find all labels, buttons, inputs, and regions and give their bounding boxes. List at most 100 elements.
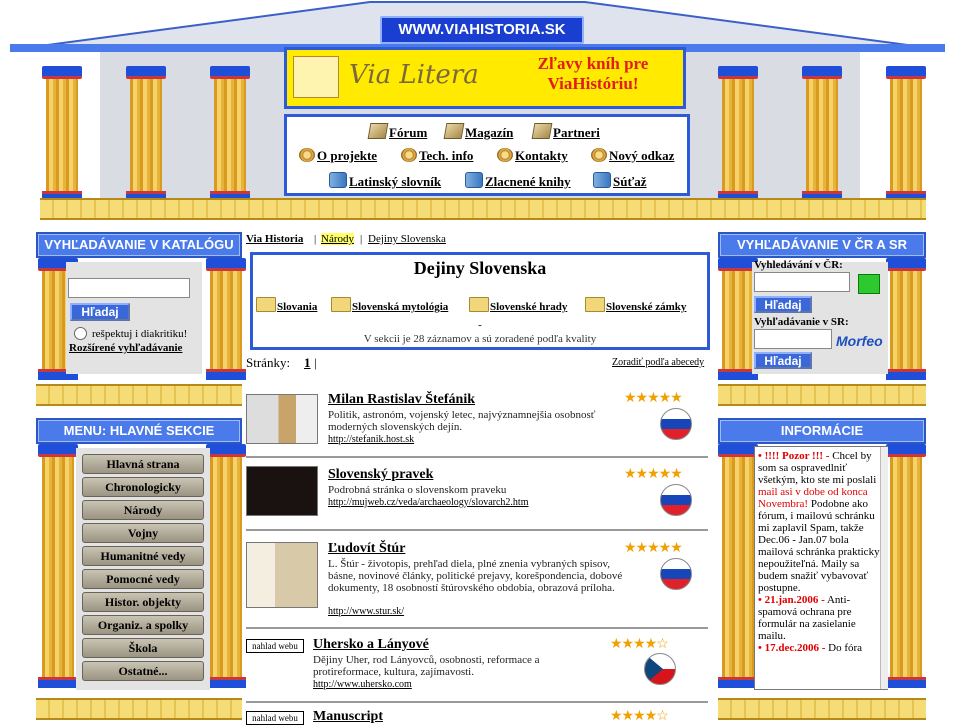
entry-title[interactable]: Uhersko a Lányové [313,637,429,653]
nav-forum[interactable]: Fórum [367,123,427,141]
info-header: INFORMÁCIE [718,418,926,444]
nav-sutaz[interactable]: Súťaž [593,172,647,190]
column [886,66,926,202]
column [38,444,78,688]
menu-chronologicky[interactable]: Chronologicky [82,477,204,497]
subfolder-zamky[interactable]: Slovenské zámky [585,297,686,313]
sk-search-button[interactable]: Hľadaj [754,352,812,369]
scroll-icon [367,123,389,139]
news-text-1b: Podobne ako fórum, i mailovú schránku mi… [758,498,880,594]
sk-search-label: Vyhľadávanie v SR: [754,316,849,328]
entry-title[interactable]: Milan Rastislav Štefánik [328,392,475,408]
cz-search-button[interactable]: Hľadaj [754,296,812,313]
web-preview-button[interactable]: nahlad webu [246,639,304,653]
catalog-search-button[interactable]: Hľadaj [70,303,130,321]
menu-ostatne[interactable]: Ostatné... [82,661,204,681]
column [206,258,246,380]
breadcrumb-via-historia[interactable]: Via Historia [246,233,303,245]
nav-partneri[interactable]: Partneri [531,123,600,141]
subfolder-slovania[interactable]: Slovania [256,297,317,313]
menu-narody[interactable]: Národy [82,500,204,520]
entry-description: L. Štúr - životopis, prehľad diela, plné… [328,558,623,594]
web-preview-button[interactable]: nahlad webu [246,711,304,725]
right-stylobate [718,384,926,406]
subfolder-hrady[interactable]: Slovenské hrady [469,297,567,313]
book-icon [465,172,483,188]
column [206,444,246,688]
via-litera-banner[interactable]: Via Litera Zľavy kníh pre ViaHistóriu! [284,47,686,109]
menu-pomocne-vedy[interactable]: Pomocné vedy [82,569,204,589]
breadcrumb-sep: | [360,233,363,245]
rating-stars: ★★★★★ [624,541,683,556]
divider [246,627,708,629]
column [718,258,758,380]
entry-title[interactable]: Manuscript [313,709,383,725]
breadcrumb-dejiny-slovenska[interactable]: Dejiny Slovenska [368,233,446,245]
nav-tech-info[interactable]: Tech. info [401,148,473,164]
czech-flag-icon [644,653,676,685]
column [886,258,926,380]
menu-hlavna-strana[interactable]: Hlavná strana [82,454,204,474]
nav-magazin[interactable]: Magazín [443,123,513,141]
section-dash: - [478,319,482,331]
slovak-flag-icon [660,558,692,590]
folder-icon [469,297,489,312]
menu-vojny[interactable]: Vojny [82,523,204,543]
folder-icon [256,297,276,312]
morfeo-logo[interactable]: Morfeo [836,333,883,349]
gear-icon [299,148,315,162]
info-scrollbar[interactable] [880,447,888,689]
advanced-search-link[interactable]: Rozšírené vyhľadávanie [69,342,182,354]
diacritics-radio[interactable] [74,327,87,340]
catalog-search-input[interactable] [68,278,190,298]
entry-thumbnail[interactable] [246,542,318,608]
info-news-box[interactable]: • !!!! Pozor !!! - Chcel by som sa ospra… [754,446,888,690]
news-bullet-2: • 21.jan.2006 - [758,594,825,606]
pager-page-1[interactable]: 1 [304,355,311,371]
breadcrumb-narody[interactable]: Národy [321,233,354,245]
nav-kontakty[interactable]: Kontakty [497,148,568,164]
main-nav: Fórum Magazín Partneri O projekte Tech. … [284,114,690,196]
nav-o-projekte[interactable]: O projekte [299,148,377,164]
nav-zlacnene-knihy[interactable]: Zlacnené knihy [465,172,571,190]
rating-stars: ★★★★☆ [610,637,669,652]
seznam-logo-icon[interactable] [858,274,880,294]
scroll-icon [443,123,465,139]
menu-histor-objekty[interactable]: Histor. objekty [82,592,204,612]
catalog-search-header: VYHĽADÁVANIE V KATALÓGU [36,232,242,258]
news-bullet-1: • !!!! Pozor !!! - [758,450,830,462]
entry-url[interactable]: http://stefanik.host.sk [328,434,414,445]
subfolder-mytologia[interactable]: Slovenská mytológia [331,297,448,313]
gear-icon [401,148,417,162]
entry-url[interactable]: http://www.stur.sk/ [328,606,404,617]
entry-description: Podrobná stránka o slovenskom praveku [328,484,507,496]
menu-skola[interactable]: Škola [82,638,204,658]
folder-icon [585,297,605,312]
main-menu-header: MENU: HLAVNÉ SEKCIE [36,418,242,444]
book-icon [329,172,347,188]
column [886,444,926,688]
menu-organiz-spolky[interactable]: Organiz. a spolky [82,615,204,635]
right-bottom-stylobate [718,698,926,720]
entry-description: Politik, astronóm, vojenský letec, najvý… [328,409,596,433]
entry-thumbnail[interactable] [246,394,318,444]
entry-title[interactable]: Slovenský pravek [328,467,433,483]
divider [246,529,708,531]
menu-humanitne-vedy[interactable]: Humanitné vedy [82,546,204,566]
cz-search-input[interactable] [754,272,850,292]
rating-stars: ★★★★☆ [610,709,669,724]
entry-title[interactable]: Ľudovít Štúr [328,541,405,557]
entry-url[interactable]: http://mujweb.cz/veda/archaeology/slovar… [328,497,529,508]
site-badge[interactable]: WWW.VIAHISTORIA.SK [380,16,584,44]
section-title: Dejiny Slovenska [413,258,547,278]
nav-novy-odkaz[interactable]: Nový odkaz [591,148,674,164]
column [802,66,842,202]
nav-latinsky-slovnik[interactable]: Latinský slovník [329,172,441,190]
entry-thumbnail[interactable] [246,466,318,516]
entry-url[interactable]: http://www.uhersko.com [313,679,412,690]
book-icon [593,172,611,188]
sk-search-input[interactable] [754,329,832,349]
folder-icon [331,297,351,312]
left-stylobate [36,384,242,406]
sort-alphabetical-link[interactable]: Zoradiť podľa abecedy [612,357,704,368]
